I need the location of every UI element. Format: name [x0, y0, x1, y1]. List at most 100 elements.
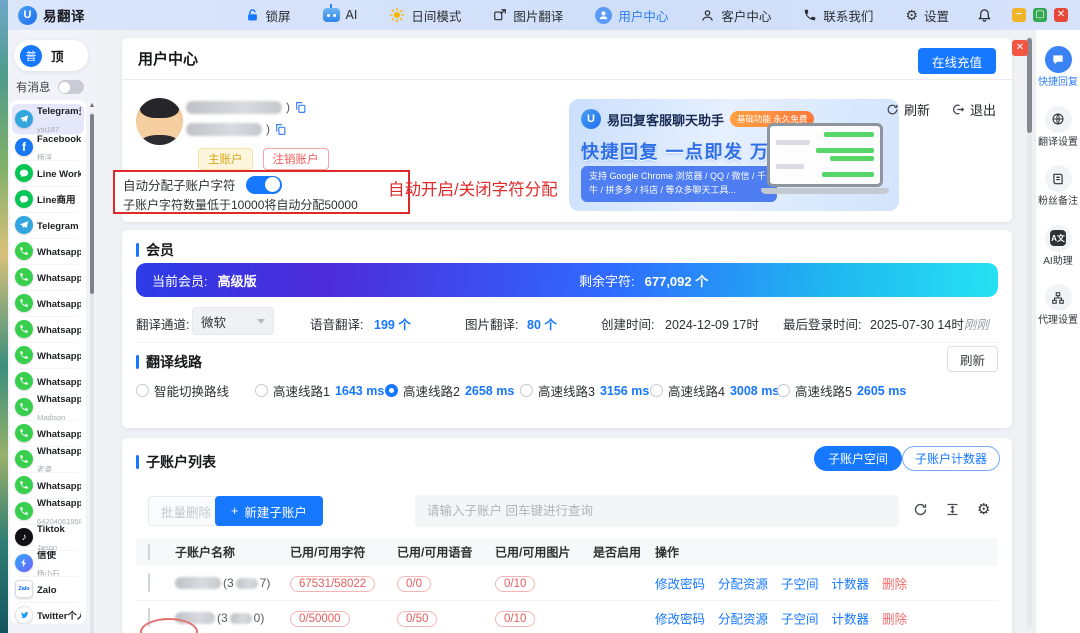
image-usage-badge: 0/10	[495, 576, 535, 592]
online-recharge-button[interactable]: 在线充值	[918, 48, 996, 74]
right-tool-rail: 快捷回复 翻译设置 粉丝备注 A文 AI助理 代理设置	[1035, 30, 1080, 633]
rail-fan-notes[interactable]: 粉丝备注	[1036, 165, 1080, 208]
nav-lock-screen[interactable]: 锁屏	[229, 6, 307, 25]
copy-icon[interactable]	[274, 123, 287, 136]
nav-notifications[interactable]	[965, 8, 1004, 23]
whatsapp-icon	[15, 424, 33, 442]
nav-customer-center[interactable]: 客户中心	[684, 6, 787, 25]
desktop-wallpaper-strip	[0, 0, 8, 633]
table-settings-icon[interactable]: ⚙	[977, 502, 990, 517]
rail-translate-settings[interactable]: 翻译设置	[1036, 106, 1080, 149]
account-item-twitter[interactable]: Twitter个人	[12, 602, 84, 624]
nav-ai[interactable]: AI	[307, 8, 374, 22]
account-item-telegram-z[interactable]: Telegram Z	[12, 212, 84, 238]
line-option-4[interactable]: 高速线路4 3008 ms	[650, 381, 779, 400]
line-option-smart[interactable]: 智能切换路线	[136, 381, 229, 400]
radio-icon	[520, 384, 533, 397]
subaccount-space-button[interactable]: 子账户空间	[814, 446, 902, 471]
promo-logo-icon: U	[581, 109, 601, 129]
assign-resources-link[interactable]: 分配资源	[718, 609, 768, 628]
refresh-icon	[886, 103, 899, 116]
promo-title: 易回复客服聊天助手	[607, 110, 724, 129]
change-password-link[interactable]: 修改密码	[655, 609, 705, 628]
copy-icon[interactable]	[294, 101, 307, 114]
rail-ai-assistant[interactable]: A文 AI助理	[1036, 225, 1080, 268]
account-item-messenger[interactable]: 信使 杨小石	[12, 550, 84, 576]
assign-resources-link[interactable]: 分配资源	[718, 574, 768, 593]
logout-button[interactable]: 退出	[952, 100, 996, 119]
user-avatar-icon	[595, 7, 612, 24]
maximize-button[interactable]: ▢	[1033, 8, 1047, 22]
pin-top-card[interactable]: 普 顶	[14, 40, 88, 71]
line-option-5[interactable]: 高速线路5 2605 ms	[777, 381, 906, 400]
cancel-account-badge[interactable]: 注销账户	[263, 148, 329, 170]
rail-proxy-settings[interactable]: 代理设置	[1036, 284, 1080, 327]
change-password-link[interactable]: 修改密码	[655, 574, 705, 593]
sidebar-scrollbar[interactable]: ▲ ▼	[88, 102, 96, 633]
nav-settings[interactable]: ⚙ 设置	[889, 6, 965, 25]
account-item-line-work[interactable]: Line Work	[12, 160, 84, 186]
account-item-whatsapp2[interactable]: Whatsapp2	[12, 264, 84, 290]
subaccount-counter-button[interactable]: 子账户计数器	[902, 446, 1000, 471]
nav-contact-us[interactable]: 联系我们	[787, 6, 889, 25]
delete-link[interactable]: 删除	[882, 609, 907, 628]
promo-banner[interactable]: U 易回复客服聊天助手 基础功能 永久免费 快捷回复 一点即发 万能吸附 支持 …	[569, 99, 899, 211]
account-item-whatsapp-e[interactable]: Whatsapp 多... 老婆	[12, 446, 84, 472]
scrollbar-thumb[interactable]	[90, 114, 94, 294]
customer-service-icon	[700, 8, 715, 23]
counter-link[interactable]: 计数器	[832, 609, 870, 628]
account-item-facebook[interactable]: f Facebook 杨洋	[12, 134, 84, 160]
account-item-whatsapp3[interactable]: Whatsapp3	[12, 290, 84, 316]
quick-reply-icon	[1045, 46, 1072, 73]
translate-channel-select[interactable]: 微软	[192, 307, 274, 335]
nav-user-center[interactable]: 用户中心	[579, 6, 684, 25]
refresh-session-button[interactable]: 刷新	[886, 100, 930, 119]
refresh-lines-button[interactable]: 刷新	[947, 346, 998, 372]
close-button[interactable]: ✕	[1054, 8, 1068, 22]
account-item-whatsapp-madison[interactable]: Whatsapp 多... Madison	[12, 394, 84, 420]
whatsapp-icon	[15, 372, 33, 390]
row-density-icon[interactable]	[945, 502, 960, 517]
current-member-value: 高级版	[218, 271, 257, 290]
whatsapp-icon	[15, 502, 33, 520]
image-label: 图片翻译:	[465, 314, 518, 333]
pin-label: 顶	[51, 46, 64, 65]
account-item-whatsapp5[interactable]: Whatsapp5	[12, 342, 84, 368]
counter-link[interactable]: 计数器	[832, 574, 870, 593]
refresh-table-icon[interactable]	[913, 502, 928, 517]
line-option-3[interactable]: 高速线路3 3156 ms	[520, 381, 649, 400]
membership-section-title: 会员	[146, 240, 174, 260]
whatsapp-icon	[15, 398, 33, 416]
delete-link[interactable]: 删除	[882, 574, 907, 593]
nav-day-mode[interactable]: 日间模式	[373, 6, 477, 25]
account-item-line-biz[interactable]: Line商用	[12, 186, 84, 212]
minimize-button[interactable]: −	[1012, 8, 1026, 22]
panel-close-button[interactable]: ✕	[1012, 40, 1028, 56]
accounts-sidebar: 普 顶 有消息 Telegram多... yst187 f Facebook 杨…	[8, 30, 96, 633]
main-scrollbar[interactable]	[1027, 36, 1032, 628]
twitter-icon	[15, 606, 33, 624]
row-checkbox[interactable]	[148, 573, 150, 592]
account-item-whatsapp1[interactable]: Whatsapp1	[12, 238, 84, 264]
scroll-up-icon[interactable]: ▲	[88, 102, 96, 110]
rail-quick-reply[interactable]: 快捷回复	[1036, 46, 1080, 89]
line-option-1[interactable]: 高速线路1 1643 ms	[255, 381, 384, 400]
page-title: 用户中心	[138, 48, 198, 69]
account-item-zalo[interactable]: Zalo Zalo	[12, 576, 84, 602]
image-value: 80 个	[527, 314, 557, 333]
nav-image-translate[interactable]: 图片翻译	[477, 6, 579, 25]
select-all-checkbox[interactable]	[148, 544, 150, 560]
new-subaccount-button[interactable]: + 新建子账户	[215, 496, 323, 526]
account-list: Telegram多... yst187 f Facebook 杨洋 Line W…	[10, 100, 86, 624]
auto-assign-toggle[interactable]	[246, 176, 282, 194]
subaccount-name: (3 7)	[175, 576, 270, 590]
account-item-whatsapp3b[interactable]: Whatsapp3	[12, 316, 84, 342]
whatsapp-icon	[15, 320, 33, 338]
subaccount-search-input[interactable]	[415, 495, 899, 527]
sub-space-link[interactable]: 子空间	[781, 574, 819, 593]
batch-delete-button[interactable]: 批量删除	[148, 496, 224, 526]
has-message-toggle[interactable]	[58, 80, 84, 94]
sub-space-link[interactable]: 子空间	[781, 609, 819, 628]
line-icon	[15, 190, 33, 208]
line-option-2-selected[interactable]: 高速线路2 2658 ms	[385, 381, 514, 400]
